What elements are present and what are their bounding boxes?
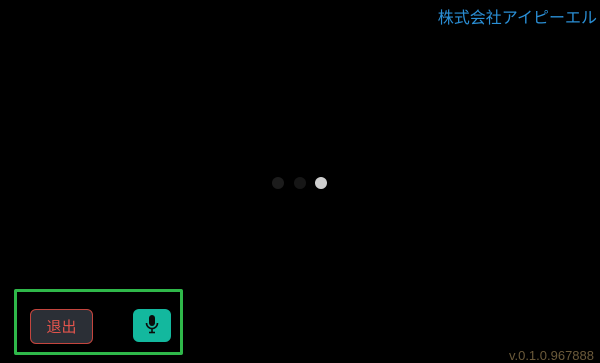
version-label: v.0.1.0.967888 bbox=[508, 348, 594, 363]
microphone-icon bbox=[145, 314, 159, 338]
exit-button[interactable]: 退出 bbox=[30, 309, 93, 344]
microphone-button[interactable] bbox=[133, 309, 171, 342]
call-controls-panel: 退出 bbox=[14, 289, 183, 355]
loading-dot bbox=[272, 177, 284, 189]
loading-dot-active bbox=[315, 177, 327, 189]
company-name: 株式会社アイピーエル bbox=[437, 8, 597, 27]
loading-indicator bbox=[270, 177, 330, 189]
loading-dot bbox=[294, 177, 306, 189]
